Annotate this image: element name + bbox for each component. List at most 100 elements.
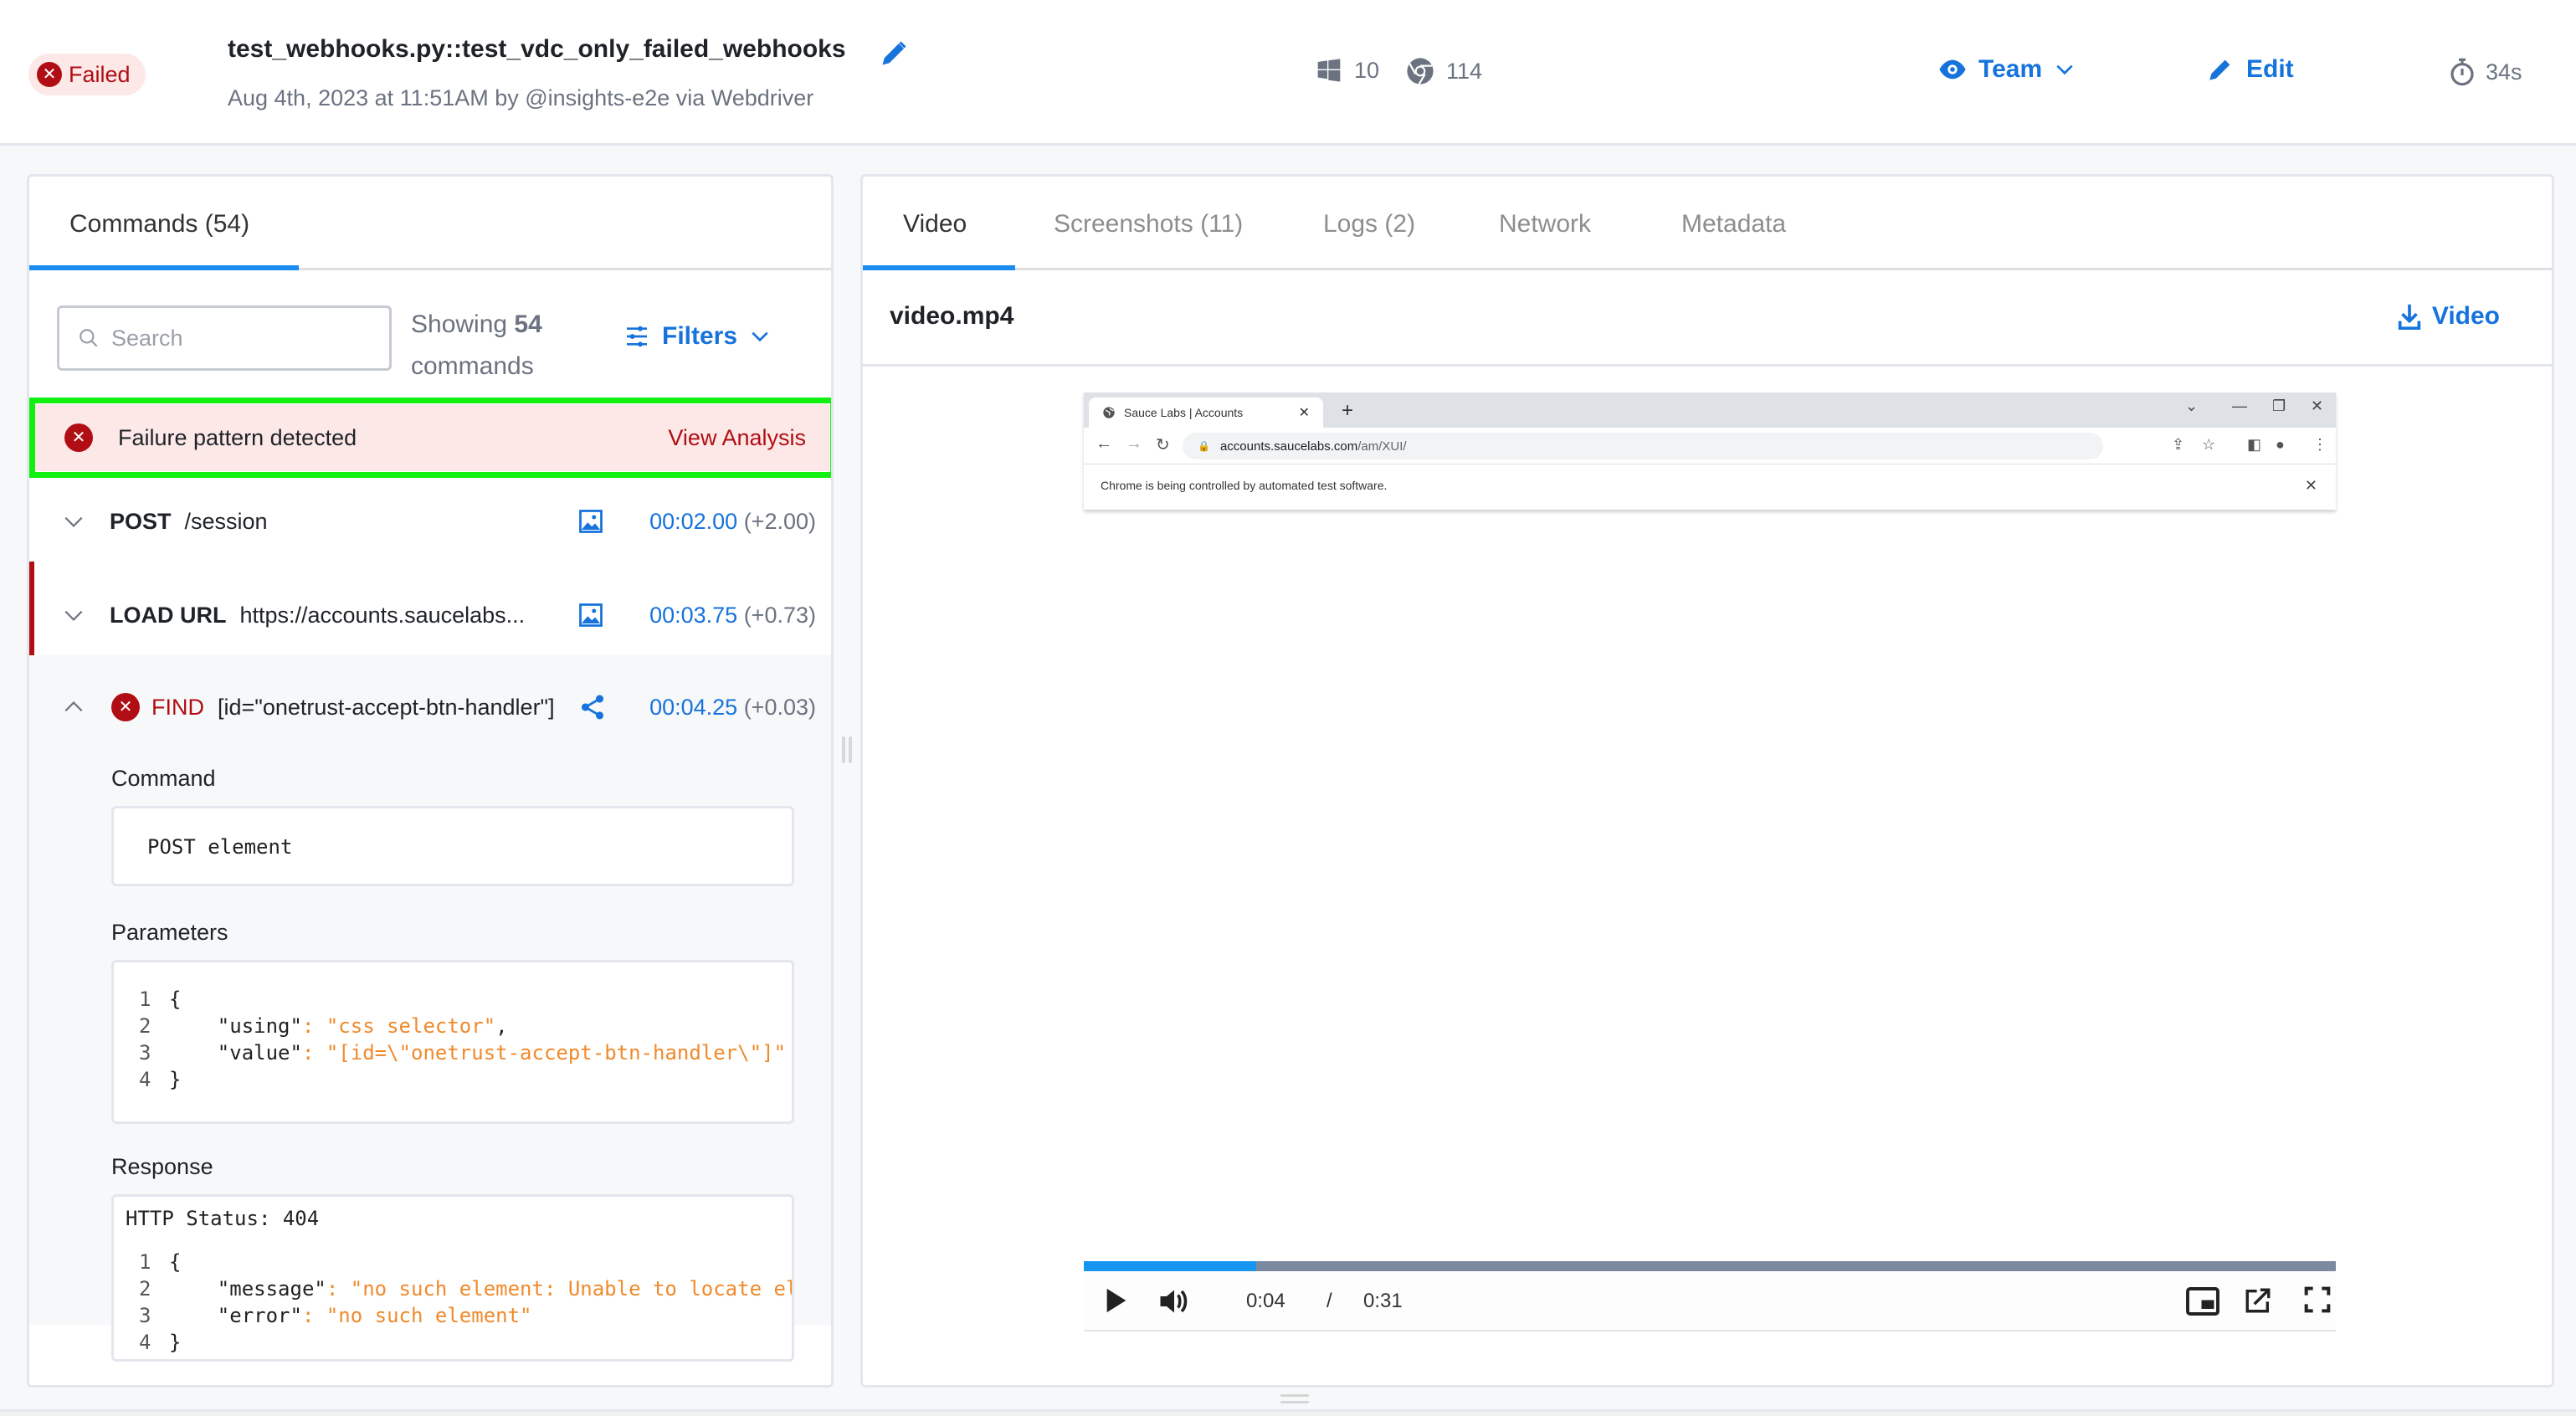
chevron-down-icon[interactable] <box>63 510 85 532</box>
video-file-name: video.mp4 <box>890 302 1014 330</box>
time-separator: / <box>1326 1290 1332 1312</box>
volume-icon[interactable] <box>1157 1286 1191 1316</box>
close-icon: ✕ <box>1298 406 1310 420</box>
command-arg: [id="onetrust-accept-btn-handler"] <box>218 694 555 720</box>
download-video-button[interactable]: Video <box>2397 302 2500 331</box>
play-icon[interactable] <box>1104 1286 1129 1315</box>
minimize-icon: — <box>2232 398 2247 414</box>
commands-tabbar: Commands (54) <box>29 177 831 270</box>
command-row-expanded[interactable]: ✕ FIND [id="onetrust-accept-btn-handler"… <box>29 655 831 759</box>
code-key: "error" <box>169 1304 302 1327</box>
code-token: , <box>495 1014 508 1038</box>
tab-video[interactable]: Video <box>903 210 967 239</box>
code-string: "css selector" <box>326 1014 496 1038</box>
line-number: 4 <box>139 1068 151 1091</box>
duration: 34s <box>2449 57 2522 87</box>
command-verb: POST <box>110 508 172 534</box>
chevron-down-icon[interactable] <box>63 604 85 626</box>
infobar-text: Chrome is being controlled by automated … <box>1101 479 1388 492</box>
visibility-dropdown[interactable]: Team <box>1938 55 2076 84</box>
code-token: { <box>169 1250 182 1274</box>
command-row[interactable]: POST /session 00:02.00 (+2.00) <box>29 475 831 568</box>
code-line: 2 "message": "no such element: Unable to… <box>139 1275 792 1302</box>
test-name: test_webhooks.py::test_vdc_only_failed_w… <box>228 35 846 63</box>
command-delta: (+2.00) <box>743 508 816 534</box>
browser-version: 114 <box>1446 58 1483 84</box>
code-key: "message" <box>169 1277 326 1301</box>
test-header: ✕ Failed test_webhooks.py::test_vdc_only… <box>0 0 2576 146</box>
share-icon[interactable] <box>578 693 607 721</box>
chevron-down-icon: ⌄ <box>2185 398 2199 414</box>
video-frame-browser: Sauce Labs | Accounts ✕ + ⌄ — ❐ ✕ ← → ↻ … <box>1084 392 2336 510</box>
command-time: 00:03.75 (+0.73) <box>649 603 816 628</box>
search-input[interactable] <box>111 325 362 351</box>
chevron-down-icon <box>752 331 768 342</box>
code-sep: : <box>301 1041 326 1065</box>
grip-line <box>842 736 845 763</box>
address-bar: 🔒 accounts.saucelabs.com/am/XUI/ <box>1183 433 2103 459</box>
line-number: 2 <box>139 1014 151 1038</box>
command-verb: LOAD URL <box>110 602 227 628</box>
code-line: 3 "error": "no such element" <box>139 1302 532 1329</box>
status-badge-label: Failed <box>69 61 131 87</box>
stopwatch-icon <box>2450 58 2474 86</box>
command-value: POST element <box>147 835 293 859</box>
grip-line <box>1280 1401 1309 1403</box>
profile-icon: ● <box>2276 436 2285 453</box>
new-tab-icon: + <box>1342 399 1354 422</box>
code-line: 1{ <box>139 1249 181 1275</box>
line-number: 3 <box>139 1304 151 1327</box>
command-row[interactable]: LOAD URL https://accounts.saucelabs... 0… <box>29 568 831 662</box>
browser-toolbar: ← → ↻ 🔒 accounts.saucelabs.com/am/XUI/ ⇪… <box>1084 428 2336 464</box>
browser-tab: Sauce Labs | Accounts ✕ <box>1089 398 1323 428</box>
panel-resize-handle[interactable] <box>837 736 857 787</box>
showing-suffix: commands <box>411 352 534 380</box>
share-icon: ⇪ <box>2172 436 2185 453</box>
visibility-label: Team <box>1978 55 2043 83</box>
picture-in-picture-icon[interactable] <box>2185 1286 2220 1316</box>
star-icon: ☆ <box>2202 436 2216 453</box>
open-external-icon[interactable] <box>2244 1286 2272 1315</box>
reload-icon: ↻ <box>1156 436 1170 454</box>
lock-icon: 🔒 <box>1198 440 1210 452</box>
edit-name-icon[interactable] <box>879 38 909 69</box>
code-sep: : <box>301 1304 326 1327</box>
showing-count: Showing 54 commands <box>411 304 542 387</box>
windows-icon <box>1317 59 1341 82</box>
image-icon[interactable] <box>578 509 603 534</box>
tab-commands[interactable]: Commands (54) <box>69 210 249 239</box>
browser-info: 114 <box>1406 57 1482 85</box>
chevron-up-icon[interactable] <box>63 696 85 718</box>
code-token: { <box>169 988 182 1011</box>
code-string: "no such element" <box>326 1304 532 1327</box>
url-host: accounts.saucelabs.com <box>1219 439 1358 454</box>
drawer-resize-handle[interactable] <box>1280 1394 1309 1408</box>
code-line: 4} <box>139 1329 181 1356</box>
command-delta: (+0.03) <box>743 694 816 720</box>
media-tabbar: Video Screenshots (11) Logs (2) Network … <box>863 177 2552 270</box>
download-label: Video <box>2431 302 2500 330</box>
image-icon[interactable] <box>578 603 603 628</box>
tab-screenshots[interactable]: Screenshots (11) <box>1054 210 1243 239</box>
current-time: 0:04 <box>1246 1290 1285 1312</box>
code-string: "[id=\"onetrust-accept-btn-handler\"]" <box>326 1041 786 1065</box>
tab-metadata[interactable]: Metadata <box>1681 210 1786 239</box>
search-field[interactable] <box>57 305 392 371</box>
video-progress-bar[interactable] <box>1084 1261 2336 1271</box>
close-icon: ✕ <box>2311 398 2324 414</box>
fullscreen-icon[interactable] <box>2304 1286 2331 1313</box>
http-status: HTTP Status: 404 <box>126 1207 320 1230</box>
forward-icon: → <box>1126 434 1142 453</box>
panel-footer <box>29 1372 831 1385</box>
close-icon: ✕ <box>2304 476 2317 494</box>
tab-logs[interactable]: Logs (2) <box>1323 210 1415 239</box>
edit-button[interactable]: Edit <box>2206 55 2294 84</box>
code-sep: : <box>326 1277 351 1301</box>
tab-network[interactable]: Network <box>1499 210 1591 239</box>
command-time: 00:04.25 (+0.03) <box>649 695 816 721</box>
code-key: "using" <box>169 1014 302 1038</box>
grip-line <box>1280 1394 1309 1397</box>
showing-number: 54 <box>514 310 542 338</box>
filters-button[interactable]: Filters <box>623 322 771 351</box>
code-key: "value" <box>169 1041 302 1065</box>
